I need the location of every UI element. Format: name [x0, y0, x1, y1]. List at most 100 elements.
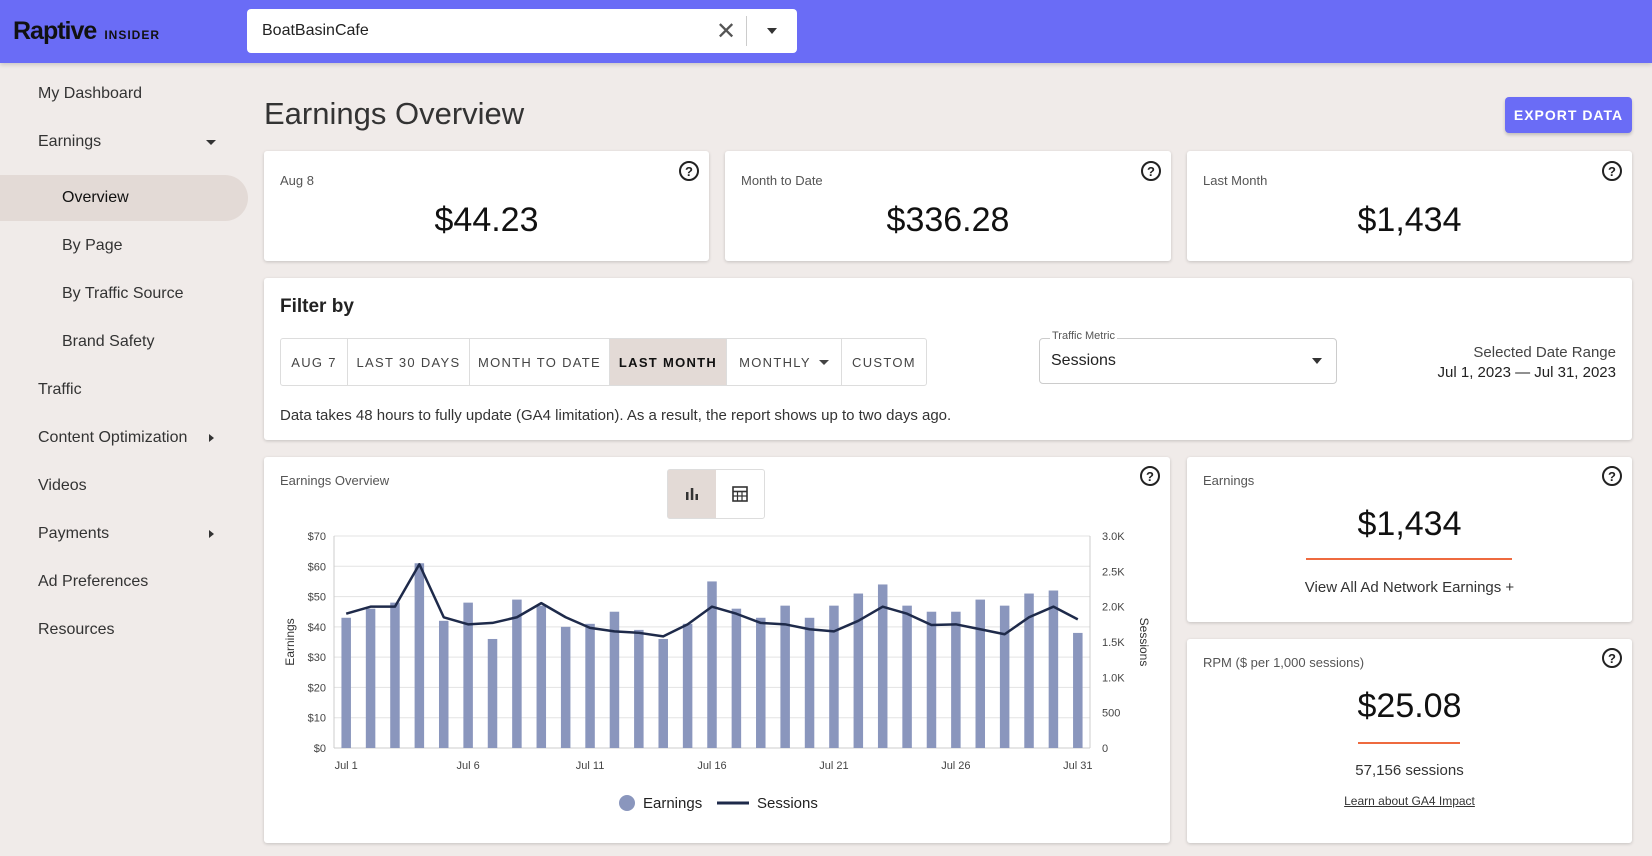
clear-icon[interactable]: ✕	[706, 9, 746, 53]
earnings-bar	[682, 623, 693, 748]
card-label: Aug 8	[280, 173, 314, 188]
earnings-bar	[999, 605, 1010, 748]
x-tick-label: Jul 6	[457, 760, 480, 772]
sidebar-item-brand-safety[interactable]: Brand Safety	[0, 319, 248, 365]
card-value: $44.23	[434, 201, 539, 239]
logo[interactable]: Raptive INSIDER	[13, 17, 160, 46]
caret-down-icon	[818, 359, 829, 365]
card-label: Earnings	[1203, 473, 1255, 488]
earnings-bar	[780, 605, 790, 748]
earnings-bar	[390, 602, 400, 748]
value-underline	[1306, 558, 1512, 560]
y2-tick-label: 1.0K	[1102, 672, 1125, 684]
earnings-total-card: Earnings ? $1,434 View All Ad Network Ea…	[1187, 457, 1632, 622]
filter-last-30-days-button[interactable]: LAST 30 DAYS	[348, 339, 470, 385]
sidebar-item-payments[interactable]: Payments	[0, 511, 248, 557]
y-tick-label: $10	[308, 713, 326, 725]
sidebar-item-traffic[interactable]: Traffic	[0, 367, 248, 413]
card-label: Month to Date	[741, 173, 823, 188]
sidebar-item-earnings[interactable]: Earnings	[0, 119, 248, 165]
filter-custom-button[interactable]: CUSTOM	[842, 339, 926, 385]
y-tick-label: $50	[308, 592, 326, 604]
sidebar-item-label: Ad Preferences	[38, 573, 149, 590]
sidebar-item-label: Resources	[38, 621, 115, 638]
sidebar-item-label: Videos	[38, 477, 87, 494]
summary-card-month-to-date: Month to Date $336.28 ?	[725, 151, 1171, 261]
filter-last-month-button[interactable]: LAST MONTH	[610, 339, 727, 385]
earnings-bar	[365, 608, 376, 748]
y-tick-label: $30	[308, 652, 326, 664]
sidebar-item-label: Overview	[62, 189, 129, 206]
sidebar-item-ad-preferences[interactable]: Ad Preferences	[0, 559, 248, 605]
legend-earnings-swatch	[619, 795, 635, 811]
sidebar-item-videos[interactable]: Videos	[0, 463, 248, 509]
sidebar-item-by-traffic-source[interactable]: By Traffic Source	[0, 271, 248, 317]
sidebar-item-label: By Traffic Source	[62, 285, 184, 302]
help-icon[interactable]: ?	[1141, 161, 1161, 181]
help-icon[interactable]: ?	[1602, 161, 1622, 181]
sidebar-item-resources[interactable]: Resources	[0, 607, 248, 653]
x-tick-label: Jul 21	[819, 760, 848, 772]
y-axis-title: Earnings	[283, 618, 297, 665]
chevron-right-icon	[209, 434, 214, 442]
x-tick-label: Jul 31	[1063, 760, 1092, 772]
chevron-down-icon[interactable]	[747, 9, 797, 53]
sidebar-item-label: Content Optimization	[38, 429, 188, 446]
sidebar-item-content-optimization[interactable]: Content Optimization	[0, 415, 248, 461]
earnings-bar	[560, 626, 571, 748]
y-tick-label: $60	[308, 561, 326, 573]
traffic-metric-label: Traffic Metric	[1050, 330, 1117, 342]
export-data-button[interactable]: EXPORT DATA	[1505, 97, 1632, 133]
filter-title: Filter by	[280, 296, 354, 317]
filter-month-to-date-button[interactable]: MONTH TO DATE	[470, 339, 610, 385]
site-selector: ✕	[247, 9, 797, 53]
y-tick-label: $20	[308, 682, 326, 694]
card-value: $336.28	[886, 201, 1010, 239]
sidebar-item-label: By Page	[62, 237, 123, 254]
earnings-bar	[829, 605, 839, 748]
earnings-bar	[975, 599, 986, 748]
view-ad-network-earnings-link[interactable]: View All Ad Network Earnings +	[1187, 579, 1632, 596]
earnings-sessions-chart: $0 $10 $20 $30 $40 $50 $60 $70 0 500 1.0K 1.5K 2.0K 2…	[283, 531, 1151, 812]
earnings-bar	[902, 605, 912, 748]
learn-about-ga4-link[interactable]: Learn about GA4 Impact	[1187, 794, 1632, 808]
earnings-bar	[926, 611, 937, 748]
y2-axis-title: Sessions	[1137, 618, 1151, 667]
earnings-bar	[1048, 590, 1059, 748]
sidebar-item-by-page[interactable]: By Page	[0, 223, 248, 269]
top-bar: Raptive INSIDER ✕	[0, 0, 1652, 63]
filter-monthly-label: MONTHLY	[739, 354, 811, 370]
caret-down-icon	[1312, 358, 1322, 364]
site-search-input[interactable]	[247, 9, 706, 53]
earnings-bar	[658, 638, 668, 748]
logo-text: Raptive	[13, 17, 97, 45]
traffic-metric-select[interactable]: Traffic Metric Sessions	[1039, 330, 1337, 384]
help-icon[interactable]: ?	[679, 161, 699, 181]
earnings-bar	[438, 620, 449, 748]
sidebar-item-label: My Dashboard	[38, 85, 143, 102]
earnings-chart-card: Earnings Overview ? $0 $10 $20 $30 $40 $50 $60…	[264, 457, 1170, 843]
filter-aug-7-button[interactable]: AUG 7	[281, 339, 348, 385]
help-icon[interactable]: ?	[1602, 648, 1622, 668]
selected-date-range-value: Jul 1, 2023 — Jul 31, 2023	[1437, 364, 1616, 381]
summary-card-last-month: Last Month $1,434 ?	[1187, 151, 1632, 261]
legend-earnings-label: Earnings	[643, 795, 702, 812]
y-tick-label: $40	[308, 622, 326, 634]
card-value: $1,434	[1357, 505, 1462, 543]
y2-tick-label: 3.0K	[1102, 531, 1125, 543]
earnings-bar	[634, 629, 644, 748]
filter-monthly-dropdown[interactable]: MONTHLY	[727, 339, 842, 385]
earnings-bar	[536, 605, 547, 748]
card-label: RPM ($ per 1,000 sessions)	[1203, 655, 1365, 670]
sidebar-item-my-dashboard[interactable]: My Dashboard	[0, 71, 248, 117]
y2-tick-label: 2.5K	[1102, 566, 1125, 578]
y2-tick-label: 1.5K	[1102, 637, 1125, 649]
help-icon[interactable]: ?	[1602, 466, 1622, 486]
date-range-buttons: AUG 7 LAST 30 DAYS MONTH TO DATE LAST MO…	[280, 338, 927, 386]
traffic-metric-value: Sessions	[1051, 352, 1116, 369]
sidebar-item-overview[interactable]: Overview	[0, 175, 248, 221]
earnings-bar	[341, 617, 351, 748]
sessions-count: 57,156 sessions	[1355, 762, 1464, 779]
y-tick-label: $0	[314, 743, 326, 755]
x-tick-label: Jul 11	[576, 760, 605, 772]
